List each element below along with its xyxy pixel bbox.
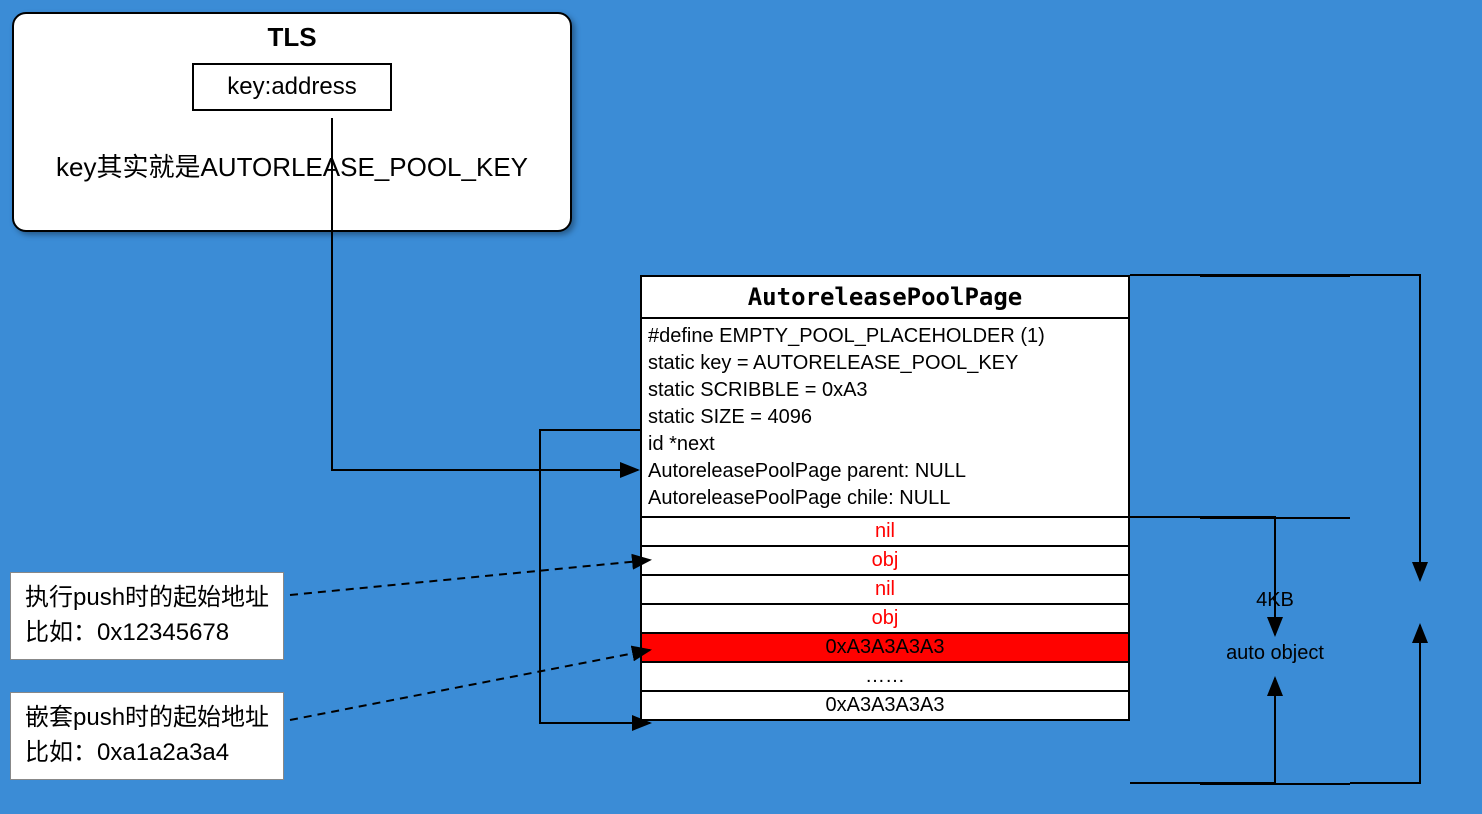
pool-row-scribble-last: 0xA3A3A3A3 <box>642 692 1128 719</box>
pool-meta-line: #define EMPTY_POOL_PLACEHOLDER (1) <box>648 323 1122 350</box>
pool-title: AutoreleasePoolPage <box>642 277 1128 319</box>
size-label-total: 4KB <box>1200 589 1350 612</box>
autorelease-pool-page-box: AutoreleasePoolPage #define EMPTY_POOL_P… <box>640 275 1130 721</box>
pool-row-obj-1: obj <box>642 547 1128 576</box>
size-bar-mid <box>1200 517 1350 519</box>
arrow-next-to-scribble <box>540 430 650 723</box>
tls-key-note: key其实就是AUTORLEASE_POOL_KEY <box>14 147 570 184</box>
label-line: 比如：0x12345678 <box>25 616 269 651</box>
pool-row-scribble-highlight: 0xA3A3A3A3 <box>642 634 1128 663</box>
size-bar-top <box>1200 275 1350 277</box>
pool-meta-line: static SCRIBBLE = 0xA3 <box>648 377 1122 404</box>
label-line: 执行push时的起始地址 <box>25 581 269 616</box>
tls-box: TLS key:address key其实就是AUTORLEASE_POOL_K… <box>12 12 572 232</box>
pool-metadata: #define EMPTY_POOL_PLACEHOLDER (1) stati… <box>642 319 1128 518</box>
pool-row-nil-2: nil <box>642 576 1128 605</box>
label-line: 比如：0xa1a2a3a4 <box>25 736 269 771</box>
push-start-address-label: 执行push时的起始地址 比如：0x12345678 <box>10 572 284 660</box>
nested-push-address-label: 嵌套push时的起始地址 比如：0xa1a2a3a4 <box>10 692 284 780</box>
bracket-auto-object-up <box>1130 678 1275 783</box>
bracket-4kb-up <box>1350 625 1420 783</box>
size-bar-bottom <box>1200 783 1350 785</box>
pool-meta-line: static key = AUTORELEASE_POOL_KEY <box>648 350 1122 377</box>
tls-title: TLS <box>14 22 570 53</box>
pool-row-obj-2: obj <box>642 605 1128 634</box>
pool-row-ellipsis: …… <box>642 663 1128 692</box>
bracket-4kb-down <box>1130 275 1420 580</box>
tls-key-address-box: key:address <box>192 63 392 111</box>
bracket-auto-object-down <box>1130 517 1275 635</box>
pool-meta-line: id *next <box>648 431 1122 458</box>
pool-meta-line: AutoreleasePoolPage parent: NULL <box>648 458 1122 485</box>
dashed-arrow-push-start <box>290 560 650 595</box>
pool-meta-line: AutoreleasePoolPage chile: NULL <box>648 485 1122 512</box>
size-label-auto-object: auto object <box>1200 642 1350 665</box>
dashed-arrow-nested-push <box>290 650 650 720</box>
pool-meta-line: static SIZE = 4096 <box>648 404 1122 431</box>
pool-row-nil-1: nil <box>642 518 1128 547</box>
label-line: 嵌套push时的起始地址 <box>25 701 269 736</box>
